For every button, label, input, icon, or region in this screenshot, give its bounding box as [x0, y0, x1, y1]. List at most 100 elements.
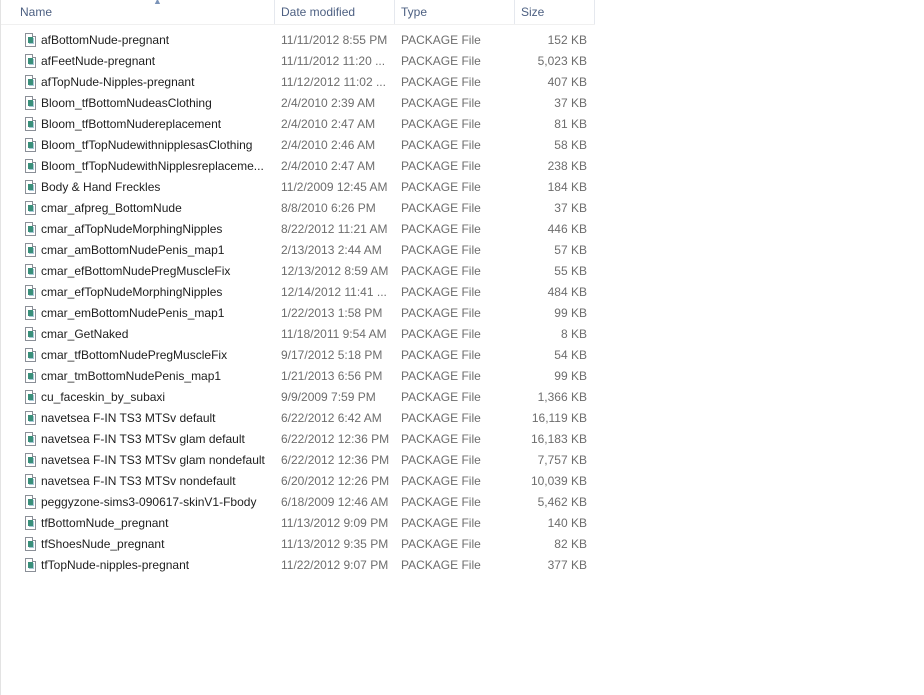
file-list-view: Name ▲ Date modified Type Size afBottomN…	[0, 0, 924, 695]
file-size: 446 KB	[547, 222, 587, 236]
file-type: PACKAGE File	[401, 117, 481, 131]
file-row[interactable]: navetsea F-IN TS3 MTSv glam default 6/22/…	[1, 429, 601, 450]
file-row[interactable]: tfShoesNude_pregnant 11/13/2012 9:35 PM PA…	[1, 534, 601, 555]
file-type: PACKAGE File	[401, 474, 481, 488]
file-row[interactable]: cmar_amBottomNudePenis_map1 2/13/2013 2:4…	[1, 240, 601, 261]
file-row[interactable]: afTopNude-Nipples-pregnant 11/12/2012 11:…	[1, 72, 601, 93]
file-date-modified: 6/22/2012 6:42 AM	[281, 411, 382, 425]
package-file-icon	[25, 180, 36, 194]
file-type: PACKAGE File	[401, 75, 481, 89]
file-type: PACKAGE File	[401, 411, 481, 425]
file-size: 5,462 KB	[537, 495, 587, 509]
file-name: cu_faceskin_by_subaxi	[41, 390, 166, 404]
file-row[interactable]: Bloom_tfBottomNudereplacement 2/4/2010 2:…	[1, 114, 601, 135]
file-row[interactable]: navetsea F-IN TS3 MTSv default 6/22/2012 …	[1, 408, 601, 429]
file-date-modified: 12/14/2012 11:41 ...	[281, 285, 387, 299]
column-header-size[interactable]: Size	[515, 0, 595, 24]
file-size: 10,039 KB	[530, 474, 587, 488]
column-header-date-modified[interactable]: Date modified	[275, 0, 395, 24]
file-size: 407 KB	[547, 75, 587, 89]
file-row[interactable]: cmar_GetNaked 11/18/2011 9:54 AM PACKAGE F…	[1, 324, 601, 345]
file-row[interactable]: Bloom_tfTopNudewithnipplesasClothing 2/4/…	[1, 135, 601, 156]
file-size: 1,366 KB	[537, 390, 587, 404]
column-header-name[interactable]: Name ▲	[14, 0, 275, 24]
file-name: Bloom_tfBottomNudereplacement	[41, 117, 222, 131]
package-file-icon	[25, 201, 36, 215]
file-row[interactable]: cmar_efBottomNudePregMuscleFix 12/13/2012…	[1, 261, 601, 282]
file-type: PACKAGE File	[401, 285, 481, 299]
file-row[interactable]: afFeetNude-pregnant 11/11/2012 11:20 ... P…	[1, 51, 601, 72]
file-name: cmar_afTopNudeMorphingNipples	[41, 222, 223, 236]
file-date-modified: 2/4/2010 2:46 AM	[281, 138, 376, 152]
file-date-modified: 11/18/2011 9:54 AM	[281, 327, 387, 341]
file-name: Body & Hand Freckles	[41, 180, 161, 194]
file-name: cmar_tfBottomNudePregMuscleFix	[41, 348, 228, 362]
file-type: PACKAGE File	[401, 495, 481, 509]
package-file-icon	[25, 495, 36, 509]
file-name: Bloom_tfTopNudewithnipplesasClothing	[41, 138, 253, 152]
file-size: 58 KB	[554, 138, 587, 152]
package-file-icon	[25, 117, 36, 131]
file-type: PACKAGE File	[401, 327, 481, 341]
file-type: PACKAGE File	[401, 558, 481, 572]
file-date-modified: 2/13/2013 2:44 AM	[281, 243, 382, 257]
package-file-icon	[25, 243, 36, 257]
file-row[interactable]: cu_faceskin_by_subaxi 9/9/2009 7:59 PM PAC…	[1, 387, 601, 408]
file-row[interactable]: cmar_tmBottomNudePenis_map1 1/21/2013 6:5…	[1, 366, 601, 387]
file-size: 184 KB	[547, 180, 587, 194]
file-size: 16,119 KB	[531, 411, 587, 425]
file-row[interactable]: tfTopNude-nipples-pregnant 11/22/2012 9:0…	[1, 555, 601, 576]
file-row[interactable]: cmar_tfBottomNudePregMuscleFix 9/17/2012 …	[1, 345, 601, 366]
file-name: cmar_efBottomNudePregMuscleFix	[41, 264, 231, 278]
file-size: 7,757 KB	[537, 453, 587, 467]
file-row[interactable]: navetsea F-IN TS3 MTSv glam nondefault 6/…	[1, 450, 601, 471]
file-row[interactable]: cmar_afpreg_BottomNude 8/8/2010 6:26 PM PA…	[1, 198, 601, 219]
file-date-modified: 6/20/2012 12:26 PM	[281, 474, 389, 488]
file-name: navetsea F-IN TS3 MTSv nondefault	[41, 474, 236, 488]
file-date-modified: 12/13/2012 8:59 AM	[281, 264, 389, 278]
file-type: PACKAGE File	[401, 201, 481, 215]
file-name: cmar_emBottomNudePenis_map1	[41, 306, 225, 320]
file-size: 238 KB	[547, 159, 587, 173]
package-file-icon	[25, 432, 36, 446]
file-row[interactable]: tfBottomNude_pregnant 11/13/2012 9:09 PM P…	[1, 513, 601, 534]
file-row[interactable]: navetsea F-IN TS3 MTSv nondefault 6/20/20…	[1, 471, 601, 492]
file-size: 82 KB	[554, 537, 587, 551]
file-row[interactable]: cmar_emBottomNudePenis_map1 1/22/2013 1:5…	[1, 303, 601, 324]
file-date-modified: 11/13/2012 9:09 PM	[281, 516, 389, 530]
column-header-type[interactable]: Type	[395, 0, 515, 24]
file-row[interactable]: Body & Hand Freckles 11/2/2009 12:45 AM PA…	[1, 177, 601, 198]
file-name: navetsea F-IN TS3 MTSv default	[41, 411, 216, 425]
file-type: PACKAGE File	[401, 96, 481, 110]
file-type: PACKAGE File	[401, 348, 481, 362]
file-name: cmar_efTopNudeMorphingNipples	[41, 285, 223, 299]
file-row[interactable]: Bloom_tfBottomNudeasClothing 2/4/2010 2:3…	[1, 93, 601, 114]
file-date-modified: 11/12/2012 11:02 ...	[281, 75, 386, 89]
package-file-icon	[25, 54, 36, 68]
file-name: cmar_amBottomNudePenis_map1	[41, 243, 225, 257]
file-row[interactable]: afBottomNude-pregnant 11/11/2012 8:55 PM P…	[1, 30, 601, 51]
package-file-icon	[25, 285, 36, 299]
package-file-icon	[25, 348, 36, 362]
file-row[interactable]: peggyzone-sims3-090617-skinV1-Fbody 6/18/…	[1, 492, 601, 513]
file-size: 54 KB	[554, 348, 587, 362]
package-file-icon	[25, 96, 36, 110]
file-size: 57 KB	[554, 243, 587, 257]
file-size: 152 KB	[547, 33, 587, 47]
file-name: tfShoesNude_pregnant	[41, 537, 165, 551]
file-date-modified: 11/13/2012 9:35 PM	[281, 537, 389, 551]
file-name: navetsea F-IN TS3 MTSv glam default	[41, 432, 245, 446]
file-row[interactable]: Bloom_tfTopNudewithNipplesreplaceme... 2/…	[1, 156, 601, 177]
file-date-modified: 8/8/2010 6:26 PM	[281, 201, 376, 215]
package-file-icon	[25, 306, 36, 320]
package-file-icon	[25, 558, 36, 572]
file-name: tfBottomNude_pregnant	[41, 516, 169, 530]
column-header-date-label: Date modified	[281, 5, 356, 19]
file-date-modified: 1/22/2013 1:58 PM	[281, 306, 383, 320]
package-file-icon	[25, 138, 36, 152]
file-row[interactable]: cmar_afTopNudeMorphingNipples 8/22/2012 1…	[1, 219, 601, 240]
file-row[interactable]: cmar_efTopNudeMorphingNipples 12/14/2012 …	[1, 282, 601, 303]
file-size: 377 KB	[547, 558, 587, 572]
file-name: Bloom_tfBottomNudeasClothing	[41, 96, 212, 110]
file-type: PACKAGE File	[401, 159, 481, 173]
